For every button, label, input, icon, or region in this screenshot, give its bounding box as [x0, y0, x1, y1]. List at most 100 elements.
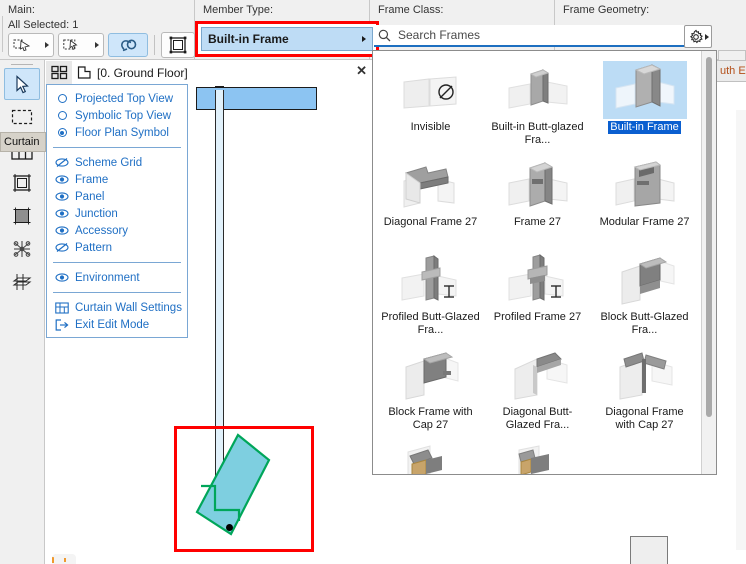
toolbox-divider	[11, 64, 33, 65]
block-butt-glazed-thumb	[603, 251, 687, 309]
palette-item-partial-2[interactable]	[484, 437, 591, 474]
invisible-thumb	[389, 61, 473, 119]
option-label: Scheme Grid	[75, 156, 143, 169]
palette-item-partial-3[interactable]	[591, 437, 698, 474]
option-label: Environment	[75, 271, 140, 284]
eye-hidden-icon	[55, 156, 69, 170]
selected-frame-element[interactable]	[176, 428, 312, 550]
block-frame-cap-thumb	[389, 346, 473, 404]
curtain-wall-edit-panel: [0. Ground Floor] ✕	[46, 60, 373, 85]
partial-thumb-3	[603, 441, 687, 474]
palette-grid: Invisible Built-in Butt-glazed Fra... Bu…	[373, 51, 702, 474]
list-divider	[53, 262, 181, 263]
arrow-tool[interactable]	[4, 68, 40, 100]
exit-arrow-icon	[55, 318, 69, 332]
palette-item-label: Diagonal Frame 27	[383, 216, 478, 228]
palette-item-label: Invisible	[410, 121, 451, 133]
option-label: Frame	[75, 173, 109, 186]
palette-item-label: Profiled Butt-Glazed Fra...	[381, 311, 480, 336]
eye-hidden-icon	[55, 241, 69, 255]
button-divider	[154, 35, 155, 55]
marquee-tool[interactable]	[4, 101, 40, 133]
radio-empty-icon	[55, 92, 69, 106]
toolbar-section-main: Main: All Selected: 1	[0, 0, 205, 60]
main-button-row	[8, 32, 205, 58]
option-label: Junction	[75, 207, 118, 220]
wall-junction-box	[630, 536, 668, 564]
option-label: Accessory	[75, 224, 129, 237]
option-frame[interactable]: Frame	[47, 171, 187, 188]
chevron-right-icon	[95, 42, 99, 48]
element-origin-node[interactable]	[226, 524, 233, 531]
arrow-cursor-icon	[15, 74, 29, 93]
butt-glazed-thumb	[496, 61, 580, 119]
radio-filled-icon	[55, 126, 69, 140]
palette-scroll-area: Invisible Built-in Butt-glazed Fra... Bu…	[373, 51, 702, 474]
palette-item-modular-frame-27[interactable]: Modular Frame 27	[591, 152, 698, 247]
profiled-frame-thumb	[496, 251, 580, 309]
option-floor-plan-symbol[interactable]: Floor Plan Symbol	[47, 124, 187, 141]
palette-scrollbar[interactable]	[701, 51, 716, 474]
option-pattern[interactable]: Pattern	[47, 239, 187, 256]
eye-visible-icon	[55, 207, 69, 221]
palette-item-label: Diagonal Frame with Cap 27	[605, 406, 684, 431]
profiled-butt-glazed-thumb	[389, 251, 473, 309]
option-projected-top-view[interactable]: Projected Top View	[47, 90, 187, 107]
search-input[interactable]	[396, 27, 686, 43]
palette-item-profiled-frame-27[interactable]: Profiled Frame 27	[484, 247, 591, 342]
palette-item-frame-27[interactable]: Frame 27	[484, 152, 591, 247]
option-label: Symbolic Top View	[75, 109, 172, 122]
search-icon	[378, 29, 391, 41]
frame-class-palette[interactable]: Invisible Built-in Butt-glazed Fra... Bu…	[372, 50, 717, 475]
palette-item-invisible[interactable]: Invisible	[377, 57, 484, 152]
option-panel[interactable]: Panel	[47, 188, 187, 205]
frame-tool[interactable]	[4, 167, 40, 199]
list-divider	[53, 147, 181, 148]
palette-item-built-in-frame[interactable]: Built-in Frame	[591, 57, 698, 152]
search-frames-bar[interactable]	[374, 25, 690, 47]
curtain-wall-settings-item[interactable]: Curtain Wall Settings	[47, 299, 187, 316]
exit-edit-mode-item[interactable]: Exit Edit Mode	[47, 316, 187, 333]
panel-tool[interactable]	[4, 200, 40, 232]
accessory-layers-icon	[12, 274, 32, 290]
option-accessory[interactable]: Accessory	[47, 222, 187, 239]
member-type-dropdown[interactable]: Built-in Frame	[201, 27, 373, 51]
palette-item-diagonal-butt-glazed[interactable]: Diagonal Butt-Glazed Fra...	[484, 342, 591, 437]
palette-scrollbar-thumb[interactable]	[706, 57, 712, 417]
link-chain-icon	[121, 39, 137, 51]
frame-outline-button[interactable]	[161, 32, 195, 58]
palette-item-block-frame-with-cap-27[interactable]: Block Frame with Cap 27	[377, 342, 484, 437]
frame-settings-button[interactable]	[684, 25, 712, 48]
south-elevation-tab-label[interactable]: uth Ele	[716, 60, 746, 82]
palette-item-block-butt-glazed[interactable]: Block Butt-Glazed Fra...	[591, 247, 698, 342]
option-environment[interactable]: Environment	[47, 269, 187, 286]
grid-four-squares-icon	[50, 65, 67, 80]
junction-node-icon	[13, 241, 31, 257]
palette-item-label: Profiled Frame 27	[493, 311, 582, 323]
palette-item-diagonal-frame-with-cap-27[interactable]: Diagonal Frame with Cap 27	[591, 342, 698, 437]
diagonal-butt-glazed-thumb	[496, 346, 580, 404]
palette-item-label: Diagonal Butt-Glazed Fra...	[502, 406, 573, 431]
close-icon[interactable]: ✕	[356, 64, 367, 78]
palette-item-partial-1[interactable]	[377, 437, 484, 474]
option-label: Pattern	[75, 241, 113, 254]
palette-item-profiled-butt-glazed[interactable]: Profiled Butt-Glazed Fra...	[377, 247, 484, 342]
palette-item-built-in-butt-glazed[interactable]: Built-in Butt-glazed Fra...	[484, 57, 591, 152]
accessory-tool[interactable]	[4, 266, 40, 298]
marquee-arrow-icon	[13, 39, 31, 52]
option-scheme-grid[interactable]: Scheme Grid	[47, 154, 187, 171]
palette-item-label: Built-in Butt-glazed Fra...	[491, 121, 584, 146]
member-type-value: Built-in Frame	[208, 32, 289, 46]
marquee-arrow-button[interactable]	[8, 33, 54, 57]
link-chain-button[interactable]	[108, 33, 148, 57]
option-symbolic-top-view[interactable]: Symbolic Top View	[47, 107, 187, 124]
palette-item-label: Built-in Frame	[608, 121, 681, 134]
selection-arrow-button[interactable]	[58, 33, 104, 57]
partial-thumb-1	[389, 441, 473, 474]
palette-item-diagonal-frame-27[interactable]: Diagonal Frame 27	[377, 152, 484, 247]
junction-tool[interactable]	[4, 233, 40, 265]
option-junction[interactable]: Junction	[47, 205, 187, 222]
selection-arrow-icon	[63, 39, 78, 50]
grid-view-toggle[interactable]	[46, 60, 72, 85]
member-type-label: Member Type:	[203, 4, 274, 16]
